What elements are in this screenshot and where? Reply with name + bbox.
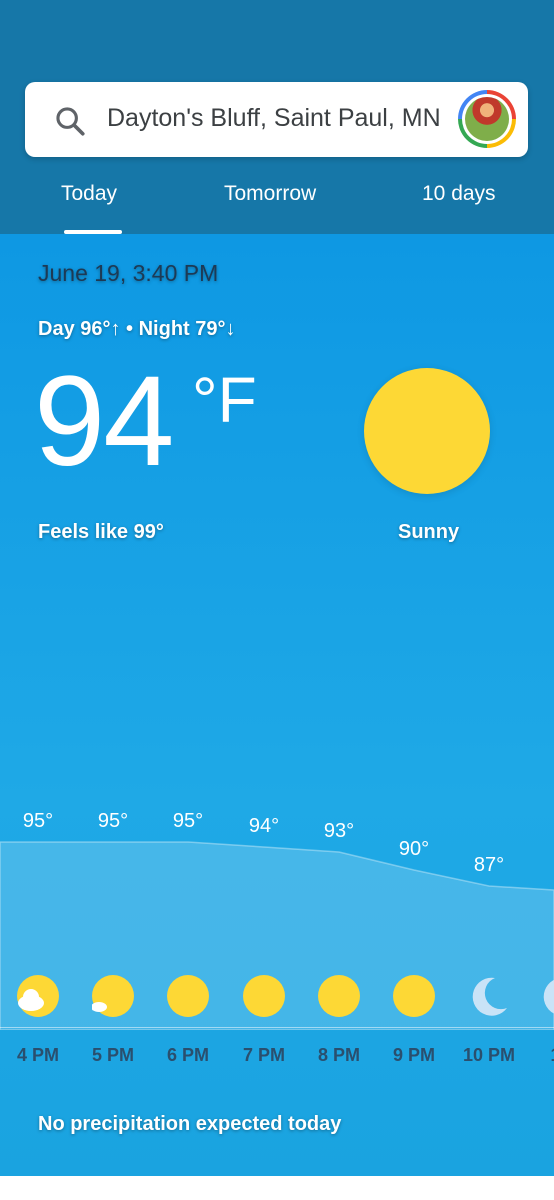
- hourly-time: 7 PM: [242, 1045, 286, 1065]
- sun-icon: [243, 975, 285, 1017]
- sun-cloud-icon: [17, 975, 59, 1017]
- moon-icon: [539, 975, 554, 1017]
- hourly-time: 11: [550, 1045, 554, 1066]
- hourly-time: 4 PM: [16, 1045, 60, 1065]
- hourly-time: 5 PM: [91, 1045, 135, 1065]
- feels-like: Feels like 99°: [38, 521, 164, 543]
- sun-cloud-icon: [91, 975, 134, 1017]
- hourly-temp: 95°: [22, 810, 54, 832]
- moon-icon: [468, 975, 510, 1017]
- hourly-temp: 94°: [248, 815, 280, 837]
- hourly-divider: [0, 1027, 554, 1028]
- tab-today[interactable]: Today: [61, 182, 117, 206]
- current-temperature: 94: [34, 350, 174, 493]
- hourly-temp: 95°: [172, 810, 204, 832]
- hourly-time: 9 PM: [392, 1045, 436, 1065]
- tab-bar: Today Tomorrow 10 days: [0, 180, 554, 234]
- sun-icon: [364, 368, 490, 494]
- hourly-temp: 93°: [323, 820, 355, 842]
- sun-icon: [318, 975, 360, 1017]
- avatar[interactable]: [458, 90, 516, 148]
- weather-condition: Sunny: [398, 521, 460, 543]
- location-search-bar[interactable]: Dayton's Bluff, Saint Paul, MN: [25, 82, 528, 157]
- sun-icon: [393, 975, 435, 1017]
- tab-tomorrow[interactable]: Tomorrow: [224, 182, 316, 206]
- hourly-time: 8 PM: [317, 1045, 361, 1065]
- hourly-temp: 87°: [473, 854, 505, 876]
- hourly-temp: 90°: [398, 838, 430, 860]
- tab-10-days[interactable]: 10 days: [422, 182, 496, 206]
- profile-photo: [465, 97, 509, 141]
- bottom-edge: [0, 1176, 554, 1200]
- hourly-temp: 95°: [97, 810, 129, 832]
- hourly-time: 6 PM: [166, 1045, 210, 1065]
- precipitation-summary: No precipitation expected today: [38, 1113, 342, 1135]
- current-date-time: June 19, 3:40 PM: [38, 260, 219, 286]
- location-text[interactable]: Dayton's Bluff, Saint Paul, MN: [107, 104, 441, 133]
- day-night-temps: Day 96°↑ • Night 79°↓: [38, 318, 236, 340]
- search-icon[interactable]: [53, 104, 87, 138]
- hourly-time: 10 PM: [462, 1045, 516, 1065]
- temperature-unit[interactable]: °F: [192, 368, 257, 432]
- sun-icon: [167, 975, 209, 1017]
